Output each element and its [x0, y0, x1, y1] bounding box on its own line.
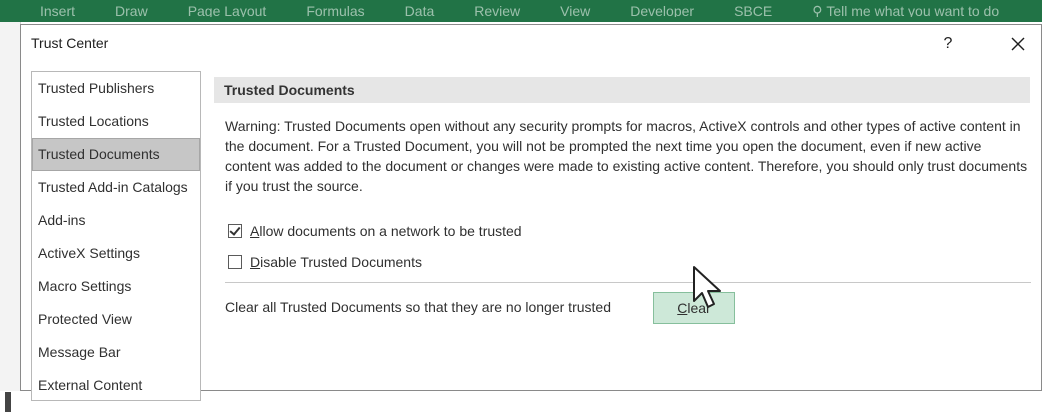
disable-trusted-label: Disable Trusted Documents [250, 254, 422, 270]
ribbon-tab-formulas[interactable]: Formulas [306, 3, 364, 17]
clear-description: Clear all Trusted Documents so that they… [225, 299, 611, 315]
ribbon-tab-review[interactable]: Review [474, 3, 520, 17]
close-icon [1011, 37, 1025, 51]
ribbon-tab-page-layout[interactable]: Page Layout [188, 3, 267, 17]
disable-trusted-hotkey: D [250, 254, 261, 270]
content-pane: Trusted Documents Warning: Trusted Docum… [208, 71, 1038, 391]
ribbon-tab-view[interactable]: View [560, 3, 590, 17]
close-button[interactable] [1001, 30, 1035, 58]
ribbon-tab-sbce[interactable]: SBCE [734, 3, 772, 17]
help-button[interactable]: ? [933, 30, 963, 58]
warning-text: Warning: Trusted Documents open without … [225, 118, 1028, 194]
section-header-title: Trusted Documents [224, 82, 355, 98]
worksheet-edge-background [0, 22, 21, 412]
tell-me-text: Tell me what you want to do [826, 3, 1000, 17]
allow-network-label: Allow documents on a network to be trust… [250, 223, 522, 239]
nav-item-trusted-locations[interactable]: Trusted Locations [32, 105, 200, 138]
clear-button-hotkey: C [677, 300, 688, 316]
excel-ribbon-background: Insert Draw Page Layout Formulas Data Re… [0, 0, 1042, 22]
disable-trusted-label-rest: isable Trusted Documents [260, 254, 422, 270]
section-divider [225, 282, 1031, 283]
disable-trusted-row[interactable]: Disable Trusted Documents [228, 252, 422, 272]
allow-network-row[interactable]: Allow documents on a network to be trust… [228, 221, 522, 241]
nav-item-trusted-documents[interactable]: Trusted Documents [32, 138, 200, 171]
disable-trusted-checkbox[interactable] [228, 255, 242, 269]
trust-center-nav: Trusted Publishers Trusted Locations Tru… [31, 71, 201, 401]
allow-network-checkbox[interactable] [228, 224, 242, 238]
nav-item-add-ins[interactable]: Add-ins [32, 204, 200, 237]
sheet-edge-mark [5, 392, 11, 412]
nav-item-trusted-add-in-catalogs[interactable]: Trusted Add-in Catalogs [32, 171, 200, 204]
section-header: Trusted Documents [214, 77, 1030, 103]
dialog-title: Trust Center [31, 35, 109, 51]
nav-item-trusted-publishers[interactable]: Trusted Publishers [32, 72, 200, 105]
tell-me-search[interactable]: ⚲ Tell me what you want to do [812, 3, 1039, 17]
nav-item-protected-view[interactable]: Protected View [32, 303, 200, 336]
ribbon-tab-developer[interactable]: Developer [630, 3, 694, 17]
nav-item-external-content[interactable]: External Content [32, 369, 200, 400]
nav-item-activex-settings[interactable]: ActiveX Settings [32, 237, 200, 270]
ribbon-tab-draw[interactable]: Draw [115, 3, 148, 17]
ribbon-tab-insert[interactable]: Insert [40, 3, 75, 17]
dialog-titlebar[interactable]: Trust Center ? [21, 25, 1041, 63]
nav-item-message-bar[interactable]: Message Bar [32, 336, 200, 369]
mouse-pointer-icon [693, 266, 721, 308]
ribbon-tabs: Insert Draw Page Layout Formulas Data Re… [40, 3, 1042, 17]
allow-network-hotkey: A [250, 223, 260, 239]
allow-network-label-rest: llow documents on a network to be truste… [259, 223, 522, 239]
ribbon-tab-data[interactable]: Data [405, 3, 435, 17]
trust-center-dialog: Trust Center ? Trusted Publishers Truste… [20, 24, 1042, 401]
nav-item-macro-settings[interactable]: Macro Settings [32, 270, 200, 303]
